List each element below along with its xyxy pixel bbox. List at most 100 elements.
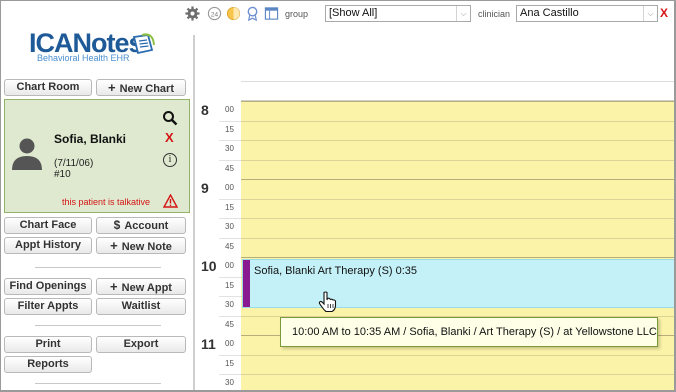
quarter-line [241, 237, 674, 239]
gutter-line [219, 140, 241, 141]
waitlist-label: Waitlist [121, 300, 161, 312]
gutter-line [219, 120, 241, 122]
patient-card[interactable]: Sofia, Blanki X (7/11/06) #10 i this pat… [4, 99, 190, 213]
app-window: 24 group [Show All] ⌵ clinician Ana Cast… [0, 0, 676, 392]
chevron-down-icon[interactable]: ⌵ [456, 6, 470, 21]
find-openings-button[interactable]: Find Openings [4, 278, 92, 295]
print-label: Print [35, 338, 61, 350]
hour-line [241, 257, 674, 258]
close-patient-button[interactable]: X [165, 130, 174, 145]
clinician-select-value: Ana Castillo [520, 7, 579, 19]
appt-history-label: Appt History [15, 239, 81, 251]
clinician-label: clinician [478, 9, 511, 19]
quarter-line [241, 218, 674, 219]
clock-24-icon[interactable]: 24 [207, 6, 222, 21]
left-panel: ICANotes Behavioral Health EHR Chart Roo… [1, 1, 193, 390]
clock-24-text: 24 [211, 11, 219, 18]
gutter-line [219, 296, 241, 297]
badge-icon[interactable] [245, 6, 260, 21]
search-icon[interactable] [162, 110, 178, 126]
account-button[interactable]: $ Account [96, 217, 186, 234]
new-note-label: New Note [121, 241, 172, 253]
patient-name: Sofia, Blanki [54, 132, 127, 146]
appt-history-button[interactable]: Appt History [4, 237, 92, 254]
minute-label: 30 [225, 300, 234, 309]
patient-alert: this patient is talkative [62, 197, 151, 207]
minute-label: 15 [225, 124, 234, 134]
group-select-value: [Show All] [329, 7, 378, 19]
hour-line [241, 101, 674, 102]
minute-label: 15 [225, 202, 234, 212]
new-appt-button[interactable]: + New Appt [96, 278, 186, 295]
waitlist-button[interactable]: Waitlist [96, 298, 186, 315]
minute-label: 45 [225, 163, 234, 173]
gutter-line [219, 218, 241, 219]
dollar-icon: $ [113, 218, 121, 232]
warning-icon[interactable] [163, 194, 178, 208]
group-select[interactable]: [Show All] ⌵ [325, 5, 471, 22]
quarter-line [241, 374, 674, 375]
new-chart-label: New Chart [119, 83, 174, 95]
gutter-line [219, 315, 241, 317]
find-openings-label: Find Openings [9, 280, 87, 292]
filter-appts-button[interactable]: Filter Appts [4, 298, 92, 315]
reports-button[interactable]: Reports [4, 356, 92, 373]
plus-icon: + [108, 80, 116, 95]
reports-label: Reports [27, 358, 69, 370]
chart-room-button[interactable]: Chart Room [4, 79, 92, 96]
patient-dob: (7/11/06) [54, 158, 94, 169]
info-icon[interactable]: i [163, 153, 177, 167]
minute-label: 00 [225, 339, 234, 348]
hour-label: 11 [201, 336, 216, 352]
plus-icon: + [110, 238, 118, 253]
window-icon[interactable] [264, 6, 279, 21]
chart-face-label: Chart Face [19, 219, 77, 231]
minute-label: 30 [225, 222, 234, 231]
new-appt-label: New Appt [121, 282, 172, 294]
appointment-label: Sofia, Blanki Art Therapy (S) 0:35 [254, 265, 418, 277]
chart-room-label: Chart Room [16, 81, 80, 93]
minute-label: 30 [225, 144, 234, 153]
account-label: Account [124, 220, 169, 232]
calendar-column-header [241, 81, 674, 101]
day-night-icon[interactable] [226, 6, 241, 21]
quarter-line [241, 120, 674, 122]
appointment-block[interactable]: Sofia, Blanki Art Therapy (S) 0:35 [242, 259, 674, 308]
chart-face-button[interactable]: Chart Face [4, 217, 92, 234]
divider [35, 325, 161, 326]
plus-icon: + [110, 279, 118, 294]
clear-clinician-button[interactable]: X [660, 6, 668, 20]
gutter-line [219, 237, 241, 239]
export-button[interactable]: Export [96, 336, 186, 353]
quarter-line [241, 198, 674, 200]
print-button[interactable]: Print [4, 336, 92, 353]
minute-label: 00 [225, 105, 234, 114]
chevron-down-icon[interactable]: ⌵ [643, 6, 657, 21]
gutter-line [219, 354, 241, 356]
appointment-color-bar [243, 260, 250, 307]
calendar-grid[interactable] [241, 101, 674, 390]
hour-line [241, 179, 674, 180]
divider [35, 383, 161, 384]
group-label: group [285, 9, 309, 19]
gutter-line [219, 374, 241, 375]
filter-appts-label: Filter Appts [17, 300, 79, 312]
new-chart-button[interactable]: + New Chart [96, 79, 186, 96]
gutter-line [219, 159, 241, 161]
minute-label: 45 [225, 241, 234, 251]
gutter-line [219, 198, 241, 200]
notes-logo-icon [132, 33, 155, 55]
gutter-line [219, 276, 241, 278]
clinician-select[interactable]: Ana Castillo ⌵ [516, 5, 658, 22]
top-toolbar: 24 group [Show All] ⌵ clinician Ana Cast… [183, 4, 674, 24]
new-note-button[interactable]: + New Note [96, 237, 186, 254]
hour-label: 9 [201, 180, 209, 196]
quarter-line [241, 140, 674, 141]
minute-label: 15 [225, 358, 234, 368]
time-gutter: 8 00 15 30 45 9 00 15 30 45 10 00 15 30 45 11 00 15 30 [197, 101, 241, 390]
avatar-icon [12, 138, 42, 170]
patient-number: #10 [54, 169, 71, 180]
appointment-tooltip: 10:00 AM to 10:35 AM / Sofia, Blanki / A… [280, 317, 658, 347]
quarter-line [241, 159, 674, 161]
panel-divider [193, 35, 195, 390]
